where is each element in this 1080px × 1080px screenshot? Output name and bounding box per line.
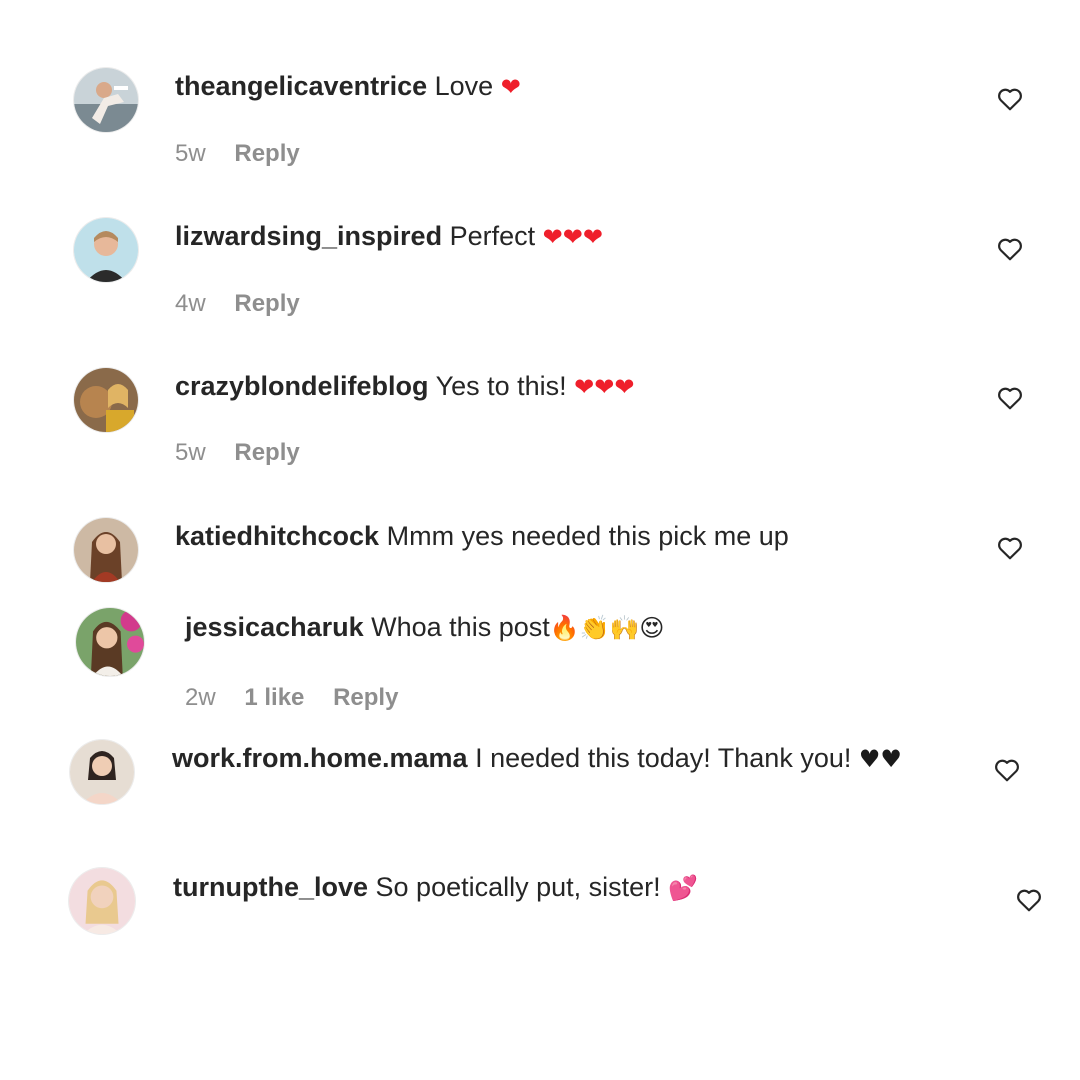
comment-meta: 2w 1 like Reply <box>185 683 420 713</box>
comment-emoji: 🔥👏🙌😍 <box>549 614 665 642</box>
comment-emoji: ❤❤❤ <box>542 223 603 251</box>
comment-emoji: ❤ <box>500 73 521 101</box>
reply-button[interactable]: Reply <box>333 684 398 711</box>
reply-button[interactable]: Reply <box>234 140 299 167</box>
reply-button[interactable]: Reply <box>234 439 299 466</box>
heart-outline-icon[interactable] <box>994 758 1020 782</box>
comment-time[interactable]: 5w <box>175 140 206 167</box>
comment-body: Love <box>434 71 494 101</box>
comment-meta: 5w Reply <box>175 139 322 169</box>
comment-body: So poetically put, sister! <box>375 872 661 902</box>
comment-text: lizwardsing_inspired Perfect ❤❤❤ <box>175 218 603 255</box>
avatar[interactable] <box>74 518 138 582</box>
heart-outline-icon[interactable] <box>1016 888 1042 912</box>
comment-body: Whoa this post <box>371 612 550 642</box>
comment-username[interactable]: lizwardsing_inspired <box>175 221 442 251</box>
comment-username[interactable]: theangelicaventrice <box>175 71 427 101</box>
comment-username[interactable]: turnupthe_love <box>173 872 368 902</box>
comment-text: jessicacharuk Whoa this post🔥👏🙌😍 <box>185 609 664 646</box>
comment-time[interactable]: 5w <box>175 439 206 466</box>
comment-username[interactable]: katiedhitchcock <box>175 521 379 551</box>
avatar[interactable] <box>69 868 135 934</box>
heart-outline-icon[interactable] <box>997 386 1023 410</box>
comment-text: work.from.home.mama I needed this today!… <box>172 740 932 777</box>
heart-outline-icon[interactable] <box>997 87 1023 111</box>
avatar[interactable] <box>74 68 138 132</box>
comment-username[interactable]: crazyblondelifeblog <box>175 371 429 401</box>
comment-emoji: 💕 <box>668 874 699 902</box>
comment-meta: 4w Reply <box>175 289 322 319</box>
comment-body: Yes to this! <box>435 371 567 401</box>
avatar[interactable] <box>70 740 134 804</box>
comment-emoji: ❤❤❤ <box>574 373 635 401</box>
comment-time[interactable]: 2w <box>185 684 216 711</box>
heart-outline-icon[interactable] <box>997 536 1023 560</box>
comment-username[interactable]: work.from.home.mama <box>172 743 468 773</box>
comment-body: I needed this today! Thank you! <box>475 743 852 773</box>
likes-count[interactable]: 1 like <box>244 684 304 711</box>
comment-emoji: ♥♥ <box>858 745 902 773</box>
comment-text: crazyblondelifeblog Yes to this! ❤❤❤ <box>175 368 635 405</box>
reply-button[interactable]: Reply <box>234 290 299 317</box>
avatar[interactable] <box>74 368 138 432</box>
comment-time[interactable]: 4w <box>175 290 206 317</box>
comment-text: theangelicaventrice Love ❤ <box>175 68 521 105</box>
comment-body: Mmm yes needed this pick me up <box>386 521 789 551</box>
avatar[interactable] <box>74 218 138 282</box>
comment-username[interactable]: jessicacharuk <box>185 612 364 642</box>
comment-body: Perfect <box>449 221 536 251</box>
avatar[interactable] <box>76 608 144 676</box>
comment-text: katiedhitchcock Mmm yes needed this pick… <box>175 518 789 554</box>
comment-meta: 5w Reply <box>175 438 322 468</box>
comment-text: turnupthe_love So poetically put, sister… <box>173 869 698 906</box>
heart-outline-icon[interactable] <box>997 237 1023 261</box>
